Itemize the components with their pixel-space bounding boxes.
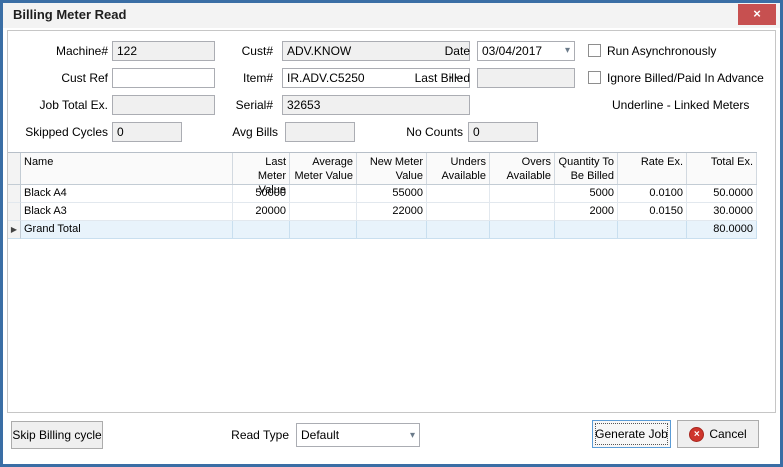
close-button[interactable]: × bbox=[738, 4, 776, 25]
header-selector-cell bbox=[8, 153, 21, 184]
no-counts-field[interactable] bbox=[468, 122, 538, 142]
date-picker[interactable]: 03/04/2017 ▾ bbox=[477, 41, 575, 61]
cancel-button[interactable]: × Cancel bbox=[677, 420, 759, 448]
row-selector[interactable] bbox=[8, 185, 21, 203]
cell-average-meter[interactable] bbox=[290, 203, 357, 221]
skipped-cycles-field[interactable] bbox=[112, 122, 182, 142]
col-header-quantity[interactable]: Quantity To Be Billed bbox=[555, 153, 618, 184]
cell-unders[interactable] bbox=[427, 185, 490, 203]
close-icon: × bbox=[753, 6, 761, 21]
main-panel: Machine# Cust# Date 03/04/2017 ▾ Run Asy… bbox=[7, 30, 776, 413]
cell-average-meter bbox=[290, 221, 357, 239]
col-header-last-meter[interactable]: Last Meter Value bbox=[233, 153, 290, 196]
table-row[interactable]: Black A4 50000 55000 5000 0.0100 50.0000 bbox=[8, 185, 757, 203]
col-header-name[interactable]: Name bbox=[21, 153, 233, 184]
cancel-label: Cancel bbox=[709, 427, 747, 441]
cell-rate bbox=[618, 221, 687, 239]
run-async-checkbox[interactable] bbox=[588, 44, 601, 57]
job-total-label: Job Total Ex. bbox=[39, 98, 108, 112]
cell-quantity[interactable]: 5000 bbox=[555, 185, 618, 203]
col-header-new-meter[interactable]: New Meter Value bbox=[357, 153, 427, 184]
billing-meter-read-dialog: Billing Meter Read × Machine# Cust# Date… bbox=[0, 0, 783, 467]
ignore-billed-checkbox[interactable] bbox=[588, 71, 601, 84]
cell-rate[interactable]: 0.0100 bbox=[618, 185, 687, 203]
cell-quantity bbox=[555, 221, 618, 239]
cell-total[interactable]: 50.0000 bbox=[687, 185, 757, 203]
grid-header-row: Name Last Meter Value Average Meter Value … bbox=[8, 152, 757, 196]
chevron-down-icon[interactable]: ▾ bbox=[563, 42, 570, 60]
skipped-cycles-label: Skipped Cycles bbox=[25, 125, 108, 139]
title-bar: Billing Meter Read × bbox=[3, 3, 780, 28]
cell-new-meter[interactable]: 22000 bbox=[357, 203, 427, 221]
read-type-label: Read Type bbox=[231, 428, 289, 442]
col-header-overs[interactable]: Overs Available bbox=[490, 153, 555, 184]
cell-rate[interactable]: 0.0150 bbox=[618, 203, 687, 221]
date-label: Date bbox=[444, 44, 470, 58]
row-selector[interactable]: ▶ bbox=[8, 221, 21, 239]
cell-unders bbox=[427, 221, 490, 239]
cell-overs[interactable] bbox=[490, 203, 555, 221]
date-value: 03/04/2017 bbox=[482, 44, 543, 58]
dialog-title: Billing Meter Read bbox=[13, 7, 127, 22]
cancel-x-icon: × bbox=[689, 426, 705, 442]
machine-label: Machine# bbox=[55, 44, 108, 58]
read-type-value: Default bbox=[301, 428, 340, 442]
chevron-down-icon[interactable]: ▾ bbox=[408, 430, 415, 441]
current-row-indicator-icon: ▶ bbox=[10, 225, 18, 234]
generate-job-button[interactable]: Generate Job bbox=[592, 420, 671, 448]
cell-last-meter[interactable]: 50000 bbox=[233, 185, 290, 203]
cell-quantity[interactable]: 2000 bbox=[555, 203, 618, 221]
cell-name[interactable]: Black A3 bbox=[21, 203, 233, 221]
serial-field[interactable] bbox=[282, 95, 470, 115]
grand-total-row[interactable]: ▶ Grand Total 80.0000 bbox=[8, 221, 757, 239]
col-header-unders[interactable]: Unders Available bbox=[427, 153, 490, 184]
col-header-average-meter[interactable]: Average Meter Value bbox=[290, 153, 357, 184]
read-type-select[interactable]: Default ▾ bbox=[296, 423, 420, 447]
avg-bills-label: Avg Bills bbox=[232, 125, 278, 139]
last-billed-label: Last Billed bbox=[414, 71, 470, 85]
no-counts-label: No Counts bbox=[406, 125, 463, 139]
cust-ref-label: Cust Ref bbox=[61, 71, 108, 85]
last-billed-field[interactable] bbox=[477, 68, 575, 88]
col-header-total[interactable]: Total Ex. bbox=[687, 153, 757, 184]
item-label: Item# bbox=[242, 71, 273, 85]
cell-new-meter[interactable]: 55000 bbox=[357, 185, 427, 203]
cell-new-meter bbox=[357, 221, 427, 239]
cell-average-meter[interactable] bbox=[290, 185, 357, 203]
cell-last-meter[interactable]: 20000 bbox=[233, 203, 290, 221]
cell-unders[interactable] bbox=[427, 203, 490, 221]
cell-total[interactable]: 30.0000 bbox=[687, 203, 757, 221]
cell-overs[interactable] bbox=[490, 185, 555, 203]
row-selector[interactable] bbox=[8, 203, 21, 221]
meters-grid: Name Last Meter Value Average Meter Value … bbox=[8, 152, 757, 239]
cell-name: Grand Total bbox=[21, 221, 233, 239]
cell-last-meter bbox=[233, 221, 290, 239]
cell-total: 80.0000 bbox=[687, 221, 757, 239]
skip-billing-cycle-button[interactable]: Skip Billing cycle bbox=[11, 421, 103, 449]
cust-label: Cust# bbox=[241, 44, 273, 58]
cell-name[interactable]: Black A4 bbox=[21, 185, 233, 203]
serial-label: Serial# bbox=[235, 98, 273, 112]
ignore-billed-label: Ignore Billed/Paid In Advance bbox=[607, 71, 764, 85]
avg-bills-field[interactable] bbox=[285, 122, 355, 142]
run-async-label: Run Asynchronously bbox=[607, 44, 717, 58]
linked-meters-note: Underline - Linked Meters bbox=[612, 98, 750, 112]
table-row[interactable]: Black A3 20000 22000 2000 0.0150 30.0000 bbox=[8, 203, 757, 221]
col-header-rate[interactable]: Rate Ex. bbox=[618, 153, 687, 184]
cell-overs bbox=[490, 221, 555, 239]
